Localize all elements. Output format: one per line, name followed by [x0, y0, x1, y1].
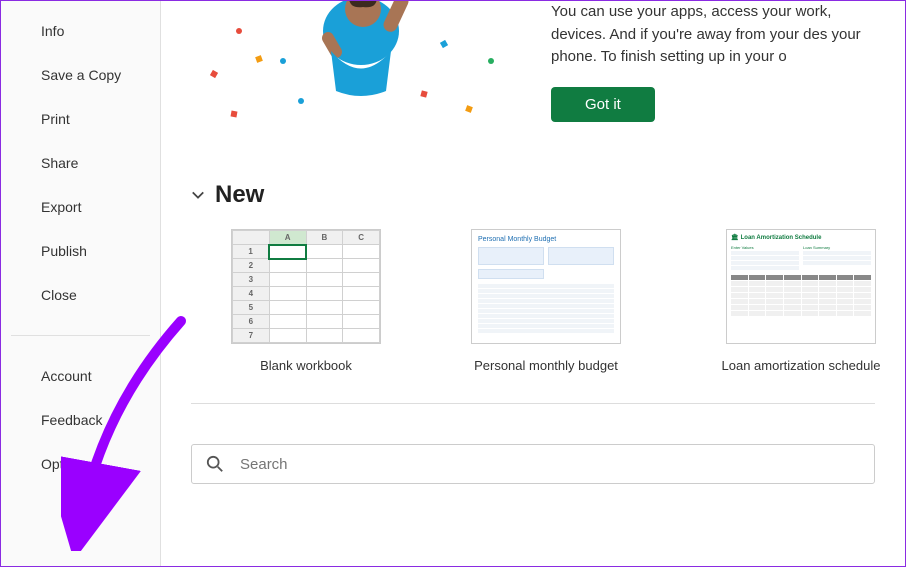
search-box[interactable]: [191, 444, 875, 484]
chevron-down-icon: [191, 188, 205, 202]
section-divider: [191, 403, 875, 404]
sidebar-divider: [11, 335, 150, 336]
new-section-title: New: [215, 181, 264, 209]
template-preview-budget: Personal Monthly Budget: [471, 229, 621, 344]
main-content: You can use your apps, access your work,…: [161, 1, 905, 566]
search-input[interactable]: [240, 456, 860, 473]
sidebar-item-share[interactable]: Share: [1, 141, 160, 185]
sidebar-item-info[interactable]: Info: [1, 9, 160, 53]
template-label: Blank workbook: [260, 358, 352, 373]
template-label: Loan amortization schedule: [711, 358, 891, 373]
sidebar-item-account[interactable]: Account: [1, 354, 160, 398]
template-blank-workbook[interactable]: ABC 1 2 3 4 5 6 7 Blank workbook: [231, 229, 381, 373]
sidebar-item-print[interactable]: Print: [1, 97, 160, 141]
templates-row: ABC 1 2 3 4 5 6 7 Blank workbook Persona…: [191, 229, 905, 393]
template-preview-loan: 🏛Loan Amortization Schedule Enter Values…: [726, 229, 876, 344]
sidebar-item-save-a-copy[interactable]: Save a Copy: [1, 53, 160, 97]
template-personal-monthly-budget[interactable]: Personal Monthly Budget: [471, 229, 621, 373]
sidebar-item-export[interactable]: Export: [1, 185, 160, 229]
template-label: Personal monthly budget: [474, 358, 618, 373]
sidebar: Info Save a Copy Print Share Export Publ…: [1, 1, 161, 566]
search-icon: [206, 455, 224, 473]
welcome-illustration: [191, 1, 521, 141]
template-preview-blank: ABC 1 2 3 4 5 6 7: [231, 229, 381, 344]
new-section-header[interactable]: New: [191, 181, 905, 209]
sidebar-item-feedback[interactable]: Feedback: [1, 398, 160, 442]
welcome-banner: You can use your apps, access your work,…: [191, 1, 905, 161]
sidebar-item-close[interactable]: Close: [1, 273, 160, 317]
sidebar-item-publish[interactable]: Publish: [1, 229, 160, 273]
banner-text: You can use your apps, access your work,…: [551, 1, 881, 69]
got-it-button[interactable]: Got it: [551, 87, 655, 122]
sidebar-item-options[interactable]: Options: [1, 442, 160, 486]
template-loan-amortization[interactable]: 🏛Loan Amortization Schedule Enter Values…: [711, 229, 891, 373]
